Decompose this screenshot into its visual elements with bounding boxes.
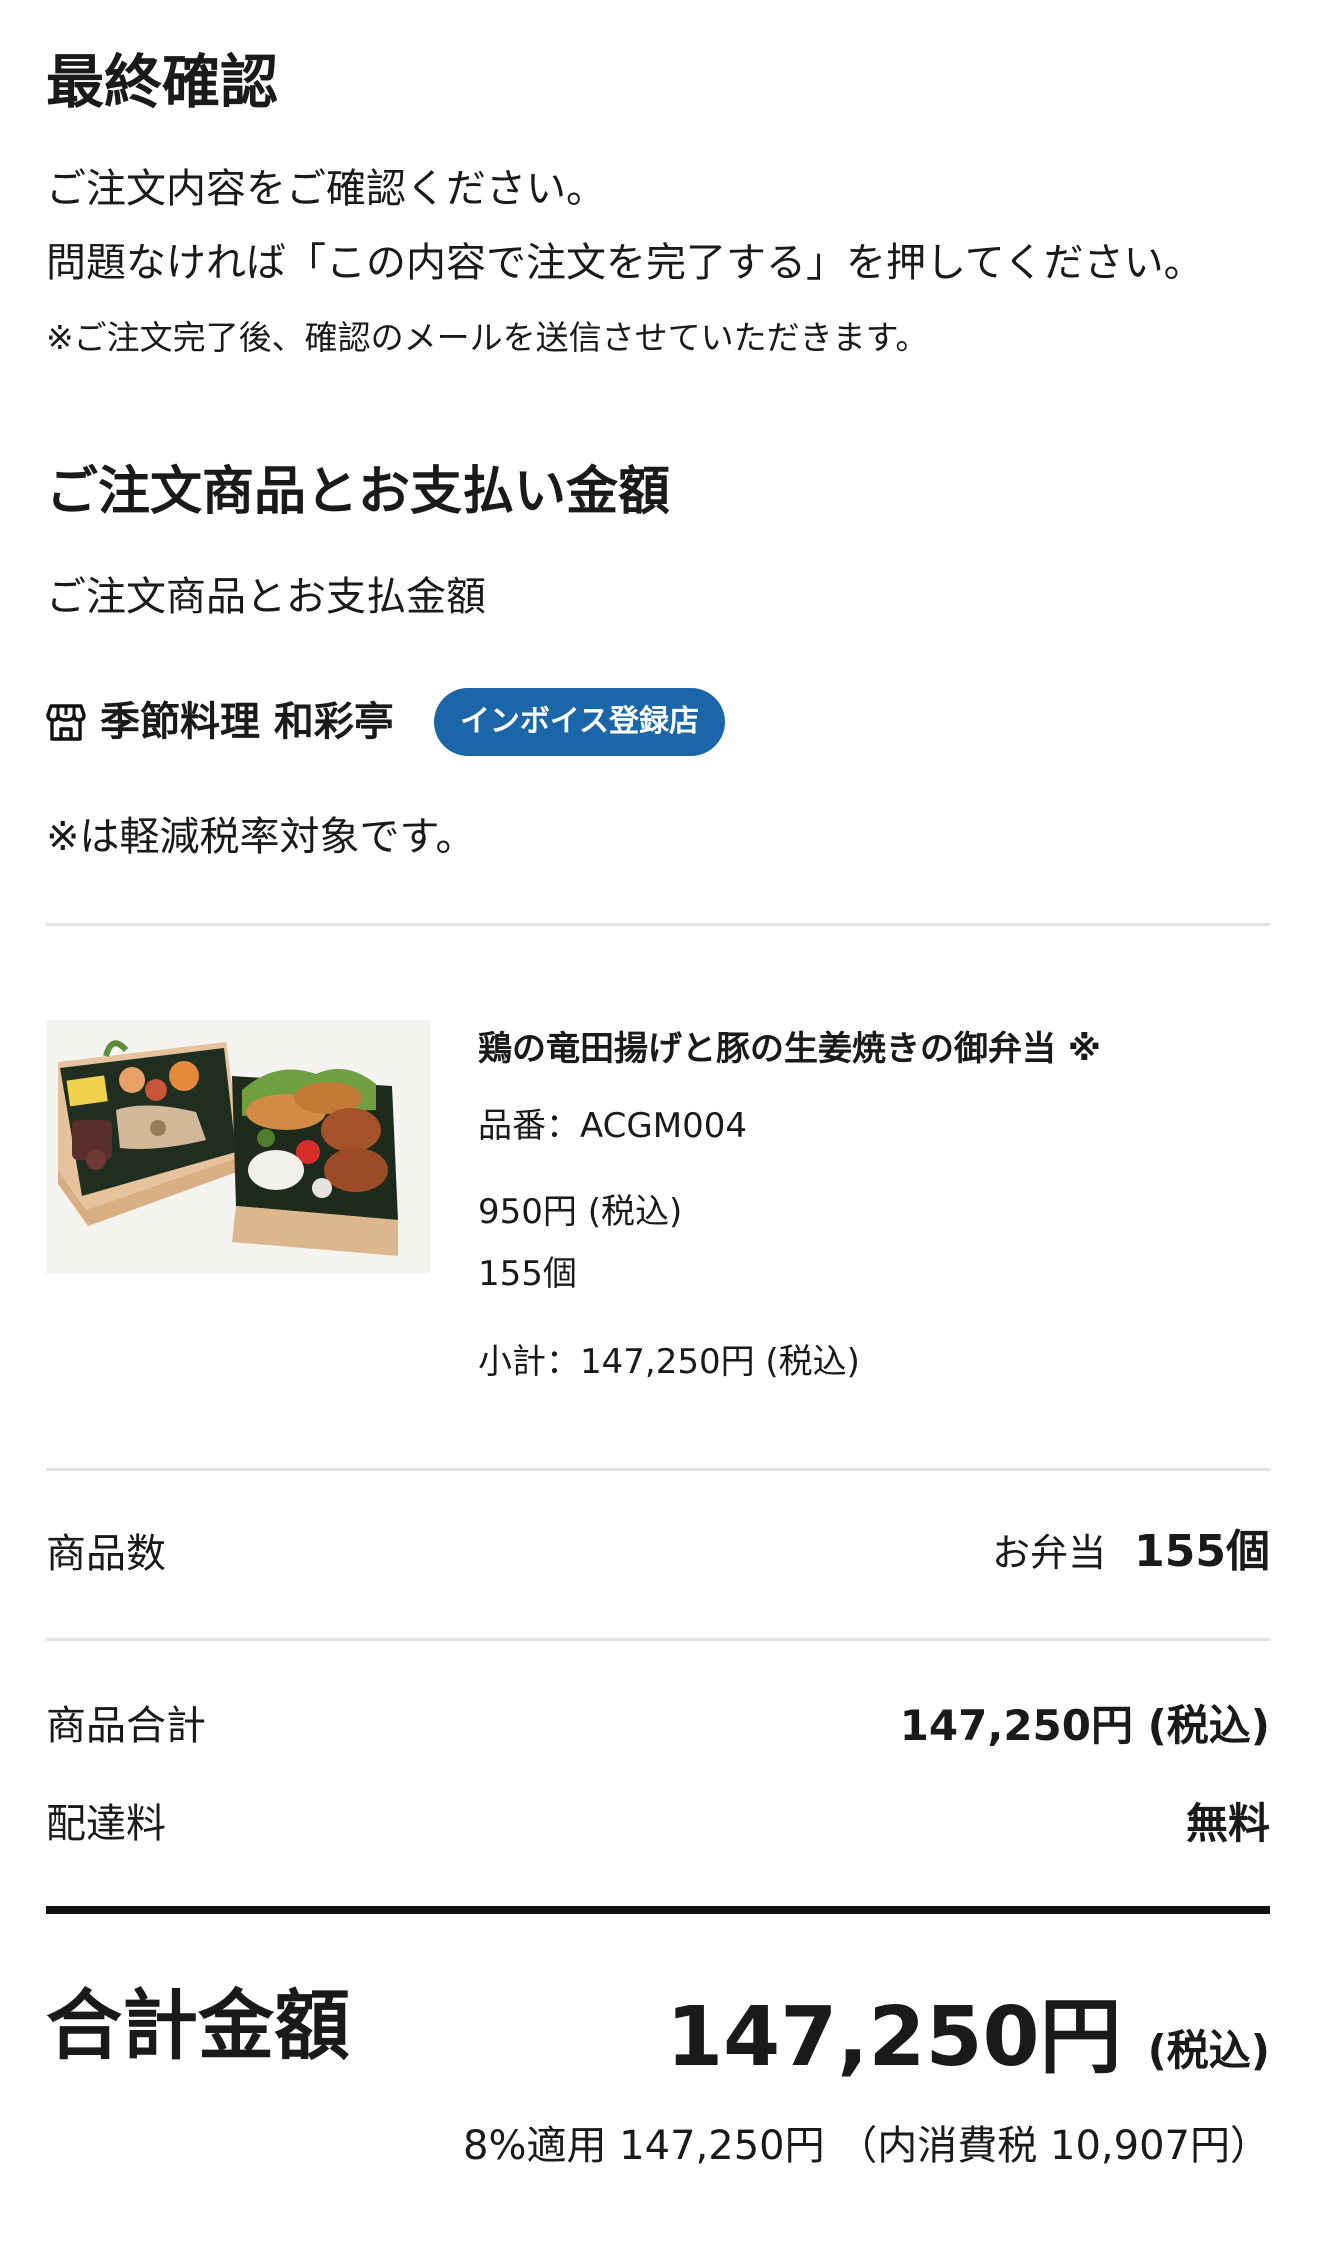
reduced-tax-note: ※は軽減税率対象です。	[46, 814, 476, 860]
divider	[46, 1638, 1270, 1641]
shop-header: 季節料理 和彩亭 インボイス登録店	[46, 688, 726, 756]
item-count: お弁当 155個	[992, 1522, 1270, 1591]
shipping-value: 無料	[1185, 1799, 1270, 1848]
bento-photo	[46, 1020, 430, 1274]
intro-text-instruction: 問題なければ「この内容で注文を完了する」を押してください。	[46, 240, 1204, 286]
product-quantity: 155個	[478, 1254, 577, 1294]
invoice-badge: インボイス登録店	[433, 688, 726, 756]
email-notice: ※ご注文完了後、確認のメールを送信させていただきます。	[46, 318, 929, 357]
product-subtotal: 小計：147,250円 (税込)	[478, 1342, 860, 1382]
section-subtitle: ご注文商品とお支払金額	[46, 574, 486, 620]
page-title: 最終確認	[46, 48, 279, 116]
tax-breakdown: 8%適用 147,250円 （内消費税 10,907円）	[463, 2123, 1270, 2169]
product-code: 品番：ACGM004	[478, 1106, 747, 1146]
intro-text: ご注文内容をご確認ください。	[46, 166, 606, 212]
product-price: 950円 (税込)	[478, 1192, 683, 1232]
section-title: ご注文商品とお支払い金額	[46, 462, 671, 522]
grand-total: 147,250円 (税込)	[666, 1970, 1270, 2085]
divider	[46, 923, 1270, 926]
order-confirmation-page: 最終確認 ご注文内容をご確認ください。 問題なければ「この内容で注文を完了する」…	[0, 0, 1320, 2255]
product-name: 鶏の竜田揚げと豚の生姜焼きの御弁当 ※	[478, 1029, 1101, 1069]
grand-total-label: 合計金額	[46, 1981, 350, 2070]
goods-total-value: 147,250円 (税込)	[899, 1701, 1270, 1750]
grand-total-value: 147,250円	[666, 1990, 1122, 2085]
divider	[46, 1468, 1270, 1471]
store-icon	[46, 704, 86, 741]
total-divider	[46, 1906, 1270, 1914]
item-count-value: 155個	[1134, 1526, 1270, 1577]
goods-total-label: 商品合計	[46, 1703, 206, 1749]
item-count-label: 商品数	[46, 1531, 166, 1577]
shop-name: 季節料理 和彩亭	[100, 699, 394, 745]
grand-total-tax-label: (税込)	[1147, 2026, 1270, 2075]
shipping-label: 配達料	[46, 1801, 166, 1847]
item-count-unit: お弁当	[992, 1531, 1107, 1575]
